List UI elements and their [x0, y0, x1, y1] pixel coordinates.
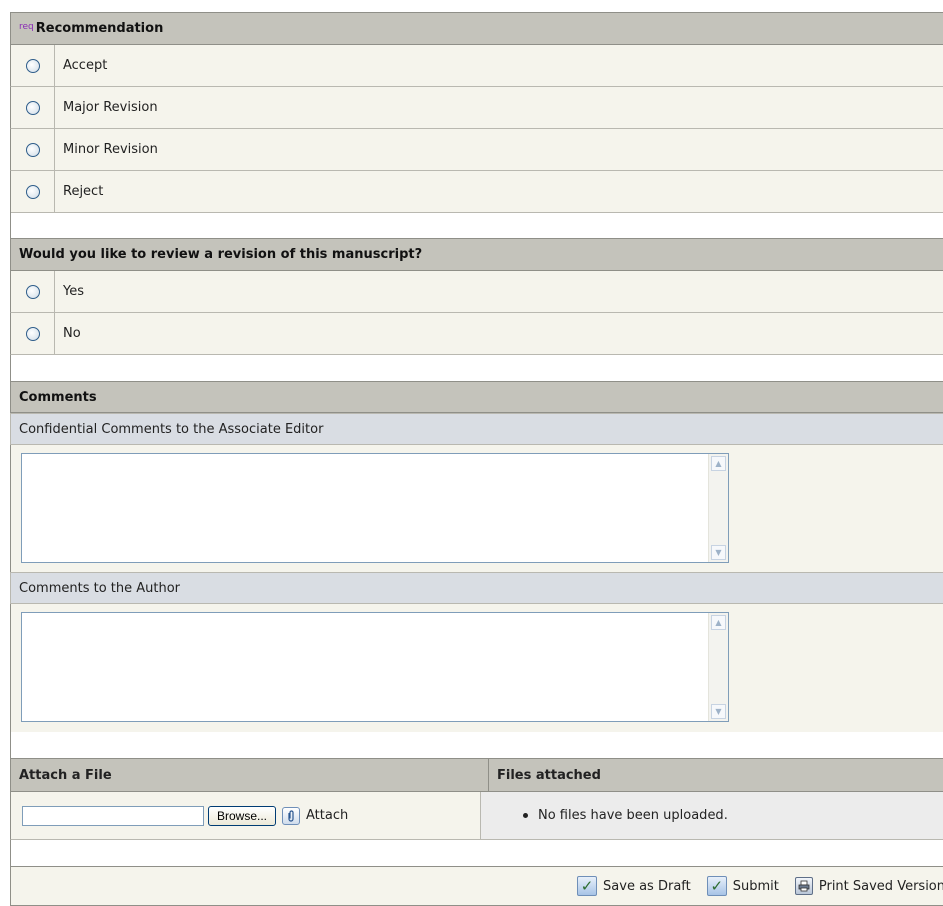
scrollbar[interactable]: ▲ ▼	[708, 454, 728, 562]
no-files-text: No files have been uploaded.	[538, 808, 728, 823]
files-attached-title: Files attached	[497, 767, 601, 783]
confidential-comments-textarea[interactable]: ▲ ▼	[21, 453, 729, 563]
checkmark-icon: ✓	[577, 876, 598, 896]
radio-button[interactable]	[25, 58, 40, 73]
review-revision-title: Would you like to review a revision of t…	[19, 247, 423, 262]
recommendation-option-accept[interactable]: Accept	[10, 45, 943, 87]
author-comments-label: Comments to the Author	[10, 572, 943, 604]
printer-icon	[794, 877, 813, 895]
radio-button[interactable]	[25, 142, 40, 157]
submit-button[interactable]: ✓ Submit	[706, 876, 779, 896]
spacer	[10, 212, 943, 238]
recommendation-option-reject[interactable]: Reject	[10, 171, 943, 213]
review-revision-header: Would you like to review a revision of t…	[10, 238, 943, 271]
files-attached-panel: No files have been uploaded.	[481, 792, 943, 839]
confidential-comments-label: Confidential Comments to the Associate E…	[10, 413, 943, 445]
option-label: No	[63, 326, 81, 341]
review-revision-option-no[interactable]: No	[10, 313, 943, 355]
scroll-down-icon[interactable]: ▼	[711, 704, 726, 719]
recommendation-header: req Recommendation	[10, 12, 943, 45]
print-saved-version-button[interactable]: Print Saved Version	[794, 877, 943, 895]
attach-controls: Browse... Attach	[11, 792, 481, 839]
option-label: Major Revision	[63, 100, 158, 115]
save-as-draft-label: Save as Draft	[603, 878, 691, 894]
submit-label: Submit	[732, 878, 779, 894]
author-comments-panel: ▲ ▼	[10, 604, 943, 732]
scrollbar[interactable]: ▲ ▼	[708, 613, 728, 721]
checkmark-icon: ✓	[706, 876, 727, 896]
required-tag: req	[19, 21, 34, 32]
save-as-draft-button[interactable]: ✓ Save as Draft	[577, 876, 691, 896]
option-label: Minor Revision	[63, 142, 158, 157]
attach-header: Attach a File Files attached	[10, 758, 943, 792]
spacer	[10, 355, 943, 381]
radio-button[interactable]	[25, 100, 40, 115]
scroll-up-icon[interactable]: ▲	[711, 615, 726, 630]
comments-title: Comments	[19, 389, 97, 405]
author-comments-textarea[interactable]: ▲ ▼	[21, 612, 729, 722]
option-label: Reject	[63, 184, 104, 199]
print-saved-version-label: Print Saved Version	[818, 878, 943, 894]
review-revision-option-yes[interactable]: Yes	[10, 271, 943, 313]
attach-row: Browse... Attach No files have been uplo…	[10, 792, 943, 840]
recommendation-title: Recommendation	[35, 21, 164, 36]
action-bar: ✓ Save as Draft ✓ Submit Print Saved Ver…	[10, 866, 943, 906]
scroll-down-icon[interactable]: ▼	[711, 545, 726, 560]
confidential-comments-panel: ▲ ▼	[10, 445, 943, 572]
review-form: req Recommendation Accept Major Revision…	[0, 0, 943, 906]
option-label: Yes	[63, 284, 84, 299]
spacer	[10, 840, 943, 866]
attach-link[interactable]: Attach	[306, 808, 348, 823]
file-path-input[interactable]	[22, 805, 204, 826]
radio-button[interactable]	[25, 326, 40, 341]
radio-button[interactable]	[25, 284, 40, 299]
comments-header: Comments	[10, 381, 943, 413]
bullet	[523, 813, 528, 818]
spacer	[10, 732, 943, 758]
attach-title: Attach a File	[11, 759, 489, 791]
radio-button[interactable]	[25, 184, 40, 199]
recommendation-option-minor-revision[interactable]: Minor Revision	[10, 129, 943, 171]
scroll-up-icon[interactable]: ▲	[711, 456, 726, 471]
paperclip-icon[interactable]	[282, 806, 301, 825]
browse-button[interactable]: Browse...	[208, 805, 277, 826]
option-label: Accept	[63, 58, 108, 73]
recommendation-option-major-revision[interactable]: Major Revision	[10, 87, 943, 129]
